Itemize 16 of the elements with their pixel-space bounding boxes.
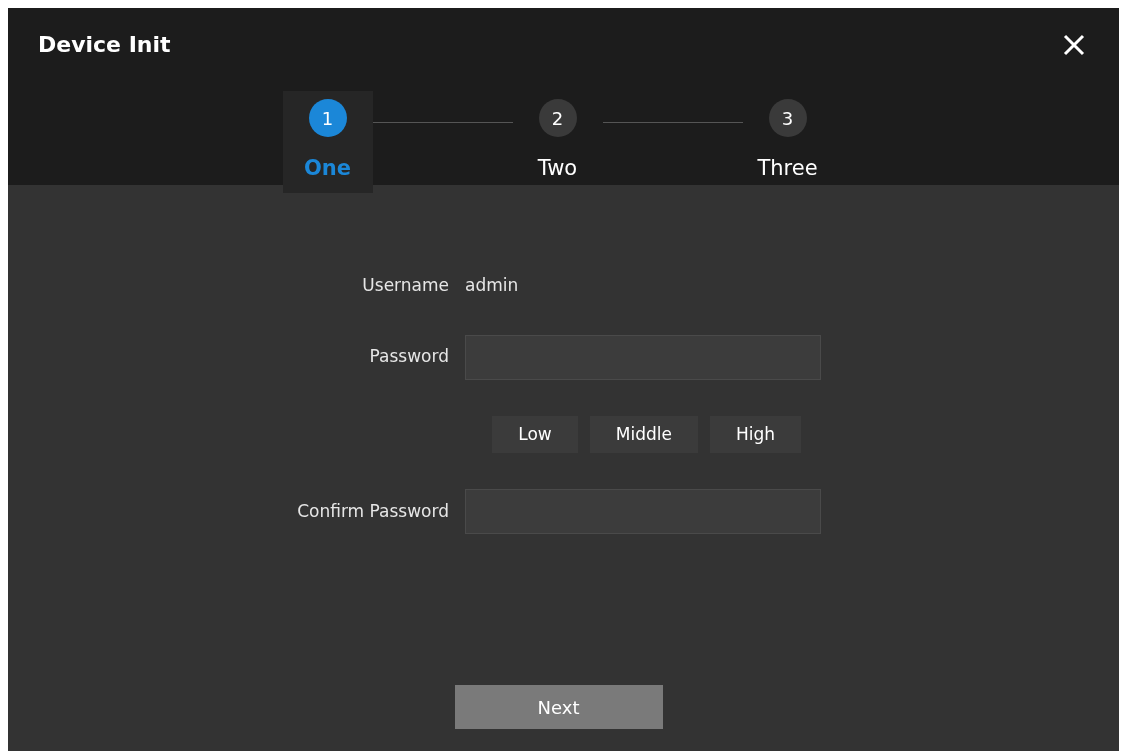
next-button[interactable]: Next (454, 685, 663, 729)
step-number: 2 (538, 99, 577, 137)
close-icon (1063, 33, 1085, 56)
step-label: Three (757, 155, 818, 182)
strength-segment: Low (492, 415, 578, 453)
step-label: One (303, 155, 351, 182)
step-number: 3 (768, 99, 807, 137)
strength-segment: High (709, 415, 801, 453)
step-number: 1 (308, 99, 347, 137)
field-label: Confirm Password (296, 499, 450, 523)
window-title: Device Init (38, 31, 171, 59)
field-label: Password (368, 345, 450, 369)
field-label: Username (361, 274, 450, 297)
strength-segment: Middle (589, 415, 698, 453)
username-value: admin (465, 274, 520, 297)
step-label: Two (537, 155, 578, 182)
